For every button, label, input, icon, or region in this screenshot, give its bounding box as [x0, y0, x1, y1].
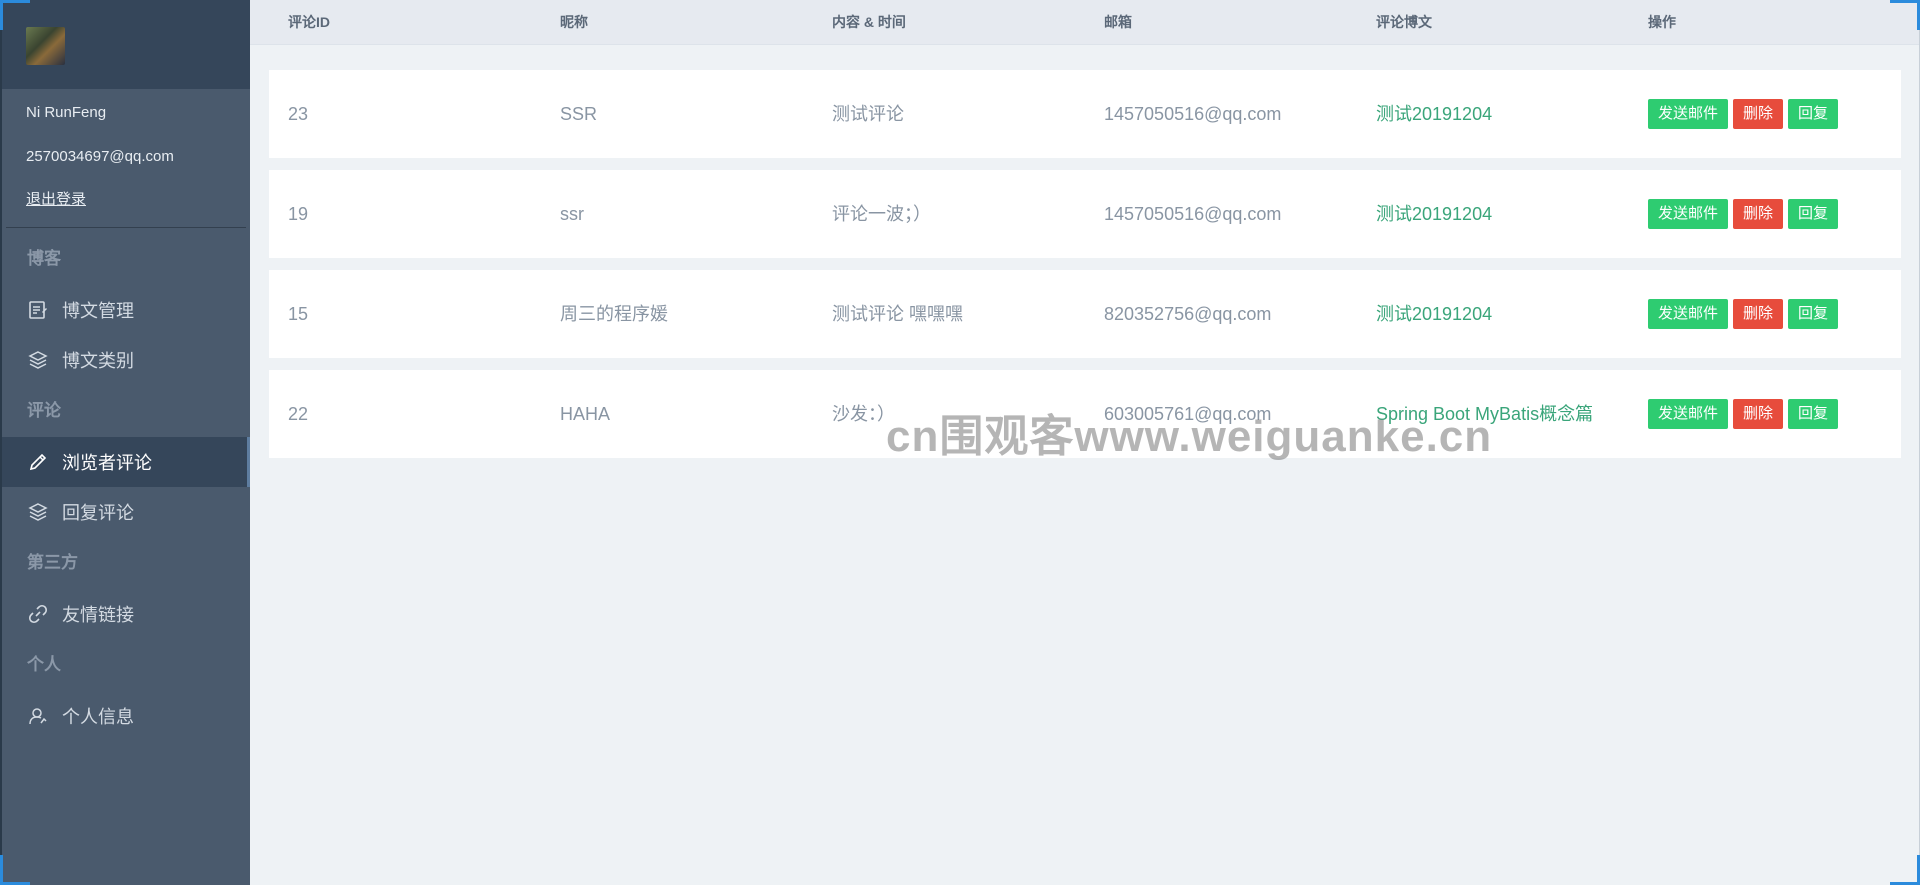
cell-post-link[interactable]: 测试20191204 [1376, 170, 1492, 258]
cell-email: 1457050516@qq.com [1104, 204, 1282, 224]
reply-button[interactable]: 回复 [1788, 99, 1839, 129]
corner-marker [0, 855, 30, 885]
sidebar: Ni RunFeng 2570034697@qq.com 退出登录 博客 博文管… [0, 0, 250, 885]
send-mail-button[interactable]: 发送邮件 [1648, 299, 1729, 329]
cell-comment-id: 15 [288, 304, 309, 324]
delete-button[interactable]: 删除 [1733, 199, 1784, 229]
delete-button[interactable]: 删除 [1733, 299, 1784, 329]
corner-marker [0, 0, 30, 30]
header-comment-id: 评论ID [288, 14, 330, 30]
cell-nickname: ssr [560, 204, 584, 224]
cell-post-link[interactable]: 测试20191204 [1376, 70, 1492, 158]
row-actions: 发送邮件 删除 回复 [1648, 399, 1843, 429]
user-email: 2570034697@qq.com [26, 148, 174, 165]
header-nickname: 昵称 [560, 14, 588, 30]
reply-button[interactable]: 回复 [1788, 399, 1839, 429]
cell-post-link[interactable]: Spring Boot MyBatis概念篇 [1376, 370, 1593, 458]
sidebar-item-reply-comments[interactable]: 回复评论 [2, 487, 250, 537]
sidebar-item-post-management[interactable]: 博文管理 [2, 285, 250, 335]
nav-section-third-party: 第三方 [27, 553, 78, 572]
cell-comment-id: 22 [288, 404, 309, 424]
cell-content: 测试评论 [832, 104, 904, 124]
cell-email: 603005761@qq.com [1104, 404, 1272, 424]
cell-content: 沙发：） [832, 404, 895, 424]
link-icon [27, 603, 49, 625]
cell-email: 1457050516@qq.com [1104, 104, 1282, 124]
cell-content: 测试评论 嘿嘿嘿 [832, 304, 964, 324]
cell-comment-id: 23 [288, 104, 309, 124]
row-actions: 发送邮件 删除 回复 [1648, 299, 1843, 329]
table-header: 评论ID 昵称 内容 & 时间 邮箱 评论博文 操作 [250, 0, 1920, 45]
document-edit-icon [27, 299, 49, 321]
sidebar-item-label: 友情链接 [62, 605, 134, 625]
user-icon [27, 705, 49, 727]
header-email: 邮箱 [1104, 14, 1132, 30]
cell-nickname: 周三的程序媛 [560, 304, 668, 324]
table-row: 23 SSR 测试评论 1457050516@qq.com 测试20191204… [269, 70, 1901, 158]
sidebar-item-label: 回复评论 [62, 503, 134, 523]
reply-button[interactable]: 回复 [1788, 199, 1839, 229]
send-mail-button[interactable]: 发送邮件 [1648, 199, 1729, 229]
cell-content: 评论一波；） [832, 204, 931, 224]
sidebar-item-visitor-comments[interactable]: 浏览者评论 [2, 437, 250, 487]
profile-header [2, 0, 250, 89]
send-mail-button[interactable]: 发送邮件 [1648, 399, 1729, 429]
reply-button[interactable]: 回复 [1788, 299, 1839, 329]
nav-section-comments: 评论 [27, 401, 61, 420]
profile-info: Ni RunFeng 2570034697@qq.com 退出登录 [2, 89, 250, 221]
sidebar-item-label: 博文类别 [62, 351, 134, 371]
cell-nickname: HAHA [560, 404, 611, 424]
row-actions: 发送邮件 删除 回复 [1648, 199, 1843, 229]
layers-icon [27, 501, 49, 523]
sidebar-item-post-category[interactable]: 博文类别 [2, 335, 250, 385]
corner-marker [1890, 0, 1920, 30]
cell-comment-id: 19 [288, 204, 309, 224]
avatar[interactable] [26, 27, 65, 65]
table-row: 19 ssr 评论一波；） 1457050516@qq.com 测试201912… [269, 170, 1901, 258]
sidebar-item-friend-links[interactable]: 友情链接 [2, 589, 250, 639]
user-name: Ni RunFeng [26, 104, 107, 121]
corner-marker [1890, 855, 1920, 885]
layers-icon [27, 349, 49, 371]
cell-email: 820352756@qq.com [1104, 304, 1272, 324]
row-actions: 发送邮件 删除 回复 [1648, 99, 1843, 129]
sidebar-item-label: 个人信息 [62, 707, 134, 727]
sidebar-item-label: 博文管理 [62, 301, 134, 321]
pencil-icon [27, 451, 49, 473]
sidebar-item-personal-info[interactable]: 个人信息 [2, 691, 250, 741]
logout-link[interactable]: 退出登录 [26, 179, 226, 221]
main-content: 评论ID 昵称 内容 & 时间 邮箱 评论博文 操作 23 SSR 测试评论 1… [250, 0, 1920, 885]
header-comment-post: 评论博文 [1376, 14, 1432, 30]
cell-post-link[interactable]: 测试20191204 [1376, 270, 1492, 358]
delete-button[interactable]: 删除 [1733, 99, 1784, 129]
nav-section-blog: 博客 [27, 249, 61, 268]
nav-section-personal: 个人 [27, 655, 61, 674]
send-mail-button[interactable]: 发送邮件 [1648, 99, 1729, 129]
header-actions: 操作 [1648, 14, 1676, 30]
cell-nickname: SSR [560, 104, 598, 124]
table-row: 15 周三的程序媛 测试评论 嘿嘿嘿 820352756@qq.com 测试20… [269, 270, 1901, 358]
delete-button[interactable]: 删除 [1733, 399, 1784, 429]
table-row: 22 HAHA 沙发：） 603005761@qq.com Spring Boo… [269, 370, 1901, 458]
header-content-time: 内容 & 时间 [832, 14, 906, 30]
sidebar-item-label: 浏览者评论 [62, 453, 152, 473]
